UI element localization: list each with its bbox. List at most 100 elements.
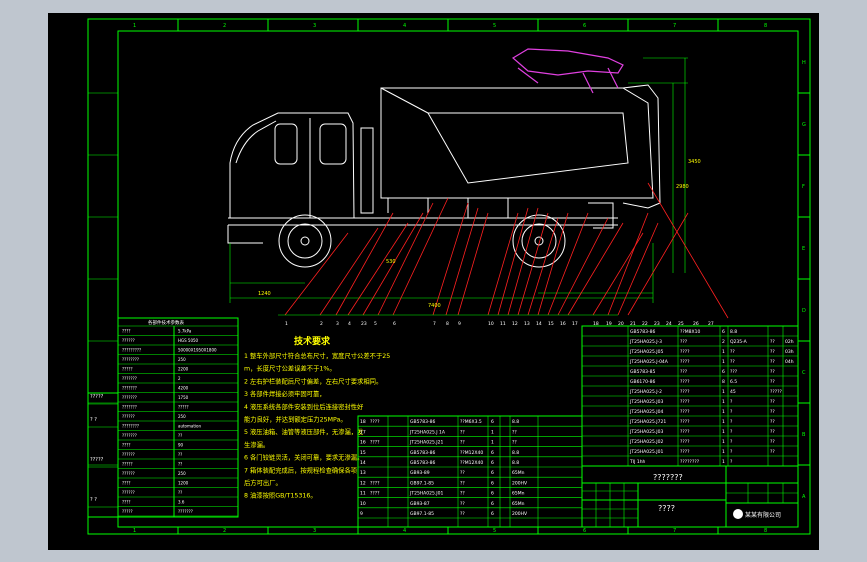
bom-right-extra: 03h [785,349,794,355]
spec-param-name: ?????? [122,471,135,476]
bom-mid-code: GB5783-86 [410,450,436,456]
bom-mid-qty: 6 [491,501,494,507]
part-number: 10 [488,321,494,327]
bom-right-desc: ???? [680,389,690,395]
bom-mid-index: 10 [360,501,366,507]
border-letter-right: B [802,432,806,438]
bom-right-code: JT25HA025.J-2 [629,389,662,395]
spec-param-name: ???????? [122,424,139,429]
spec-param-name: ????? [122,462,133,467]
spec-param-value: 4200 [178,386,189,391]
spec-param-value: ?? [178,490,182,495]
spec-param-value: HGS 5050 [178,338,199,343]
title-block: ??????? ???? 某某有限公司 [581,465,799,528]
dim-text-height: 3450 [688,159,701,165]
bom-mid-code: GB5783-86 [410,419,436,425]
spec-param-value: 2200 [178,367,189,372]
border-letter-right: G [802,122,806,128]
spec-table-title: 各部件技术参数表 [148,319,184,326]
bom-mid-material: ?? [512,429,517,435]
bom-mid-qty: 6 [491,460,494,466]
bom-right-note: ?? [770,419,775,425]
bom-mid-index: 9 [360,511,363,517]
spec-param-name: ??????? [122,376,137,381]
bom-right-material: Q235-A [730,339,748,345]
bom-mid-qty: 6 [491,511,494,517]
bom-right-code: JT25HA025.J-04A [629,359,669,365]
bom-right-code: GB5783-86 [630,329,656,335]
bom-right-desc: ??? [680,369,688,375]
part-number: 6 [393,321,396,327]
tailgate [622,84,661,209]
part-number: 15 [548,321,554,327]
part-number: 4 [348,321,351,327]
bom-right-qty: 1 [722,399,725,405]
bom-right-desc: ???? [680,429,690,435]
spec-table: 各部件技术参数表 ???? 5.7kPa?????? HGS 5050???????… [117,317,239,518]
bom-right-code: JT25HA025.J01 [629,449,663,455]
part-number: 17 [572,321,578,327]
leader-line [627,212,689,316]
part-number: 3 [336,321,339,327]
leader-line [335,212,394,316]
drawing-number: ???? [658,504,675,513]
front-wheel [278,214,332,268]
cab-side-window [274,123,298,165]
bom-right-desc: ???? [680,409,690,415]
tech-requirement-line: 后方可出厂。 [244,478,282,487]
bom-mid-qty: 6 [491,450,494,456]
spec-param-value: 90 [178,443,184,448]
spec-param-value: 250 [178,414,186,419]
spec-param-value: 50000X1950X1800 [178,348,217,353]
bom-right-material: ? [730,439,733,445]
bom-right-material: ? [730,409,733,415]
border-number-bottom: 3 [313,528,316,534]
bom-right-material: ?? [730,349,735,355]
tech-requirement-line: 4 液压系统各部件安装到位后连接密封性好 [244,402,364,411]
bom-mid-desc: ?? [460,440,465,446]
bom-right-material: 45 [730,389,736,395]
bom-right-note: ?? [770,449,775,455]
border-number-top: 2 [223,23,226,29]
bom-right-desc: ??? [680,339,688,345]
body-front-edge [380,87,429,114]
bom-mid-material: 8.8 [512,450,519,456]
bom-right-qty: 6 [722,369,725,375]
leader-line [284,232,349,316]
spec-param-value: ?? [178,462,182,467]
bom-mid-index: 13 [360,470,366,476]
bom-right-note: ?? [770,379,775,385]
bom-right-note: ?? [770,429,775,435]
part-number: 13 [524,321,530,327]
technical-requirements: 技术要求 1 整车外部尺寸符合总布尺寸，宽度尺寸公差不于25 m，长度尺寸公差误… [244,335,390,500]
spec-param-name: ?????? [122,490,135,495]
border-letter-right: C [802,370,806,376]
spec-param-name: ????????? [122,348,141,353]
bom-right-material: ? [730,399,733,405]
bom-mid-name: ???? [370,480,380,486]
bom-right-note: ?? [770,359,775,365]
bom-right-code: JT25HA025.J-3 [629,339,662,345]
bom-mid-desc: ?? [460,470,465,476]
bom-right-desc: ???? [680,439,690,445]
bom-right-desc: ???? [680,419,690,425]
border-letter-right: H [802,60,806,66]
tech-requirement-line: 2 左右护栏装配后尺寸偏差，左右尺寸要求相同。 [244,376,382,385]
spec-param-name: ???????? [122,357,139,362]
cab-door-window [319,123,347,165]
bom-mid-desc: ?? [460,491,465,497]
bom-mid-material: 65Mn [512,491,525,497]
border-letter-right: F [802,184,805,190]
bom-mid-material: 8.8 [512,419,519,425]
spec-param-name: ??????? [122,386,137,391]
tech-title: 技术要求 [294,335,331,347]
leader-line [445,207,479,316]
bom-right-qty: 1 [722,409,725,415]
border-number-bottom: 8 [764,528,767,534]
bom-right-code: GB6170-86 [630,379,656,385]
bom-middle-frame [357,415,583,528]
bom-right-desc: ???? [680,349,690,355]
company-name: 某某有限公司 [745,511,781,519]
bom-right-code: JT25HA025.J721 [629,419,666,425]
border-number-top: 5 [493,23,496,29]
